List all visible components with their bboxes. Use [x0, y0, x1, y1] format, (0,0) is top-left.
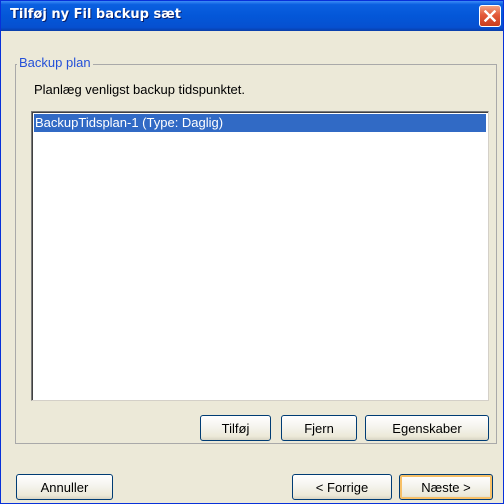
window-title: Tilføj ny Fil backup sæt — [10, 7, 182, 22]
close-button[interactable] — [479, 5, 501, 27]
remove-button[interactable]: Fjern — [281, 415, 357, 441]
add-button[interactable]: Tilføj — [200, 415, 271, 441]
schedule-listbox[interactable]: BackupTidsplan-1 (Type: Daglig) — [31, 111, 489, 401]
close-icon — [484, 10, 496, 22]
dialog-window: Tilføj ny Fil backup sæt Backup plan Pla… — [0, 0, 504, 504]
group-legend: Backup plan — [17, 55, 93, 70]
properties-button[interactable]: Egenskaber — [365, 415, 489, 441]
instruction-text: Planlæg venligst backup tidspunktet. — [34, 82, 246, 97]
next-button[interactable]: Næste > — [399, 474, 493, 500]
cancel-button[interactable]: Annuller — [16, 474, 113, 500]
list-item-schedule-1[interactable]: BackupTidsplan-1 (Type: Daglig) — [34, 114, 486, 132]
title-bar[interactable]: Tilføj ny Fil backup sæt — [1, 1, 503, 31]
previous-button[interactable]: < Forrige — [292, 474, 392, 500]
